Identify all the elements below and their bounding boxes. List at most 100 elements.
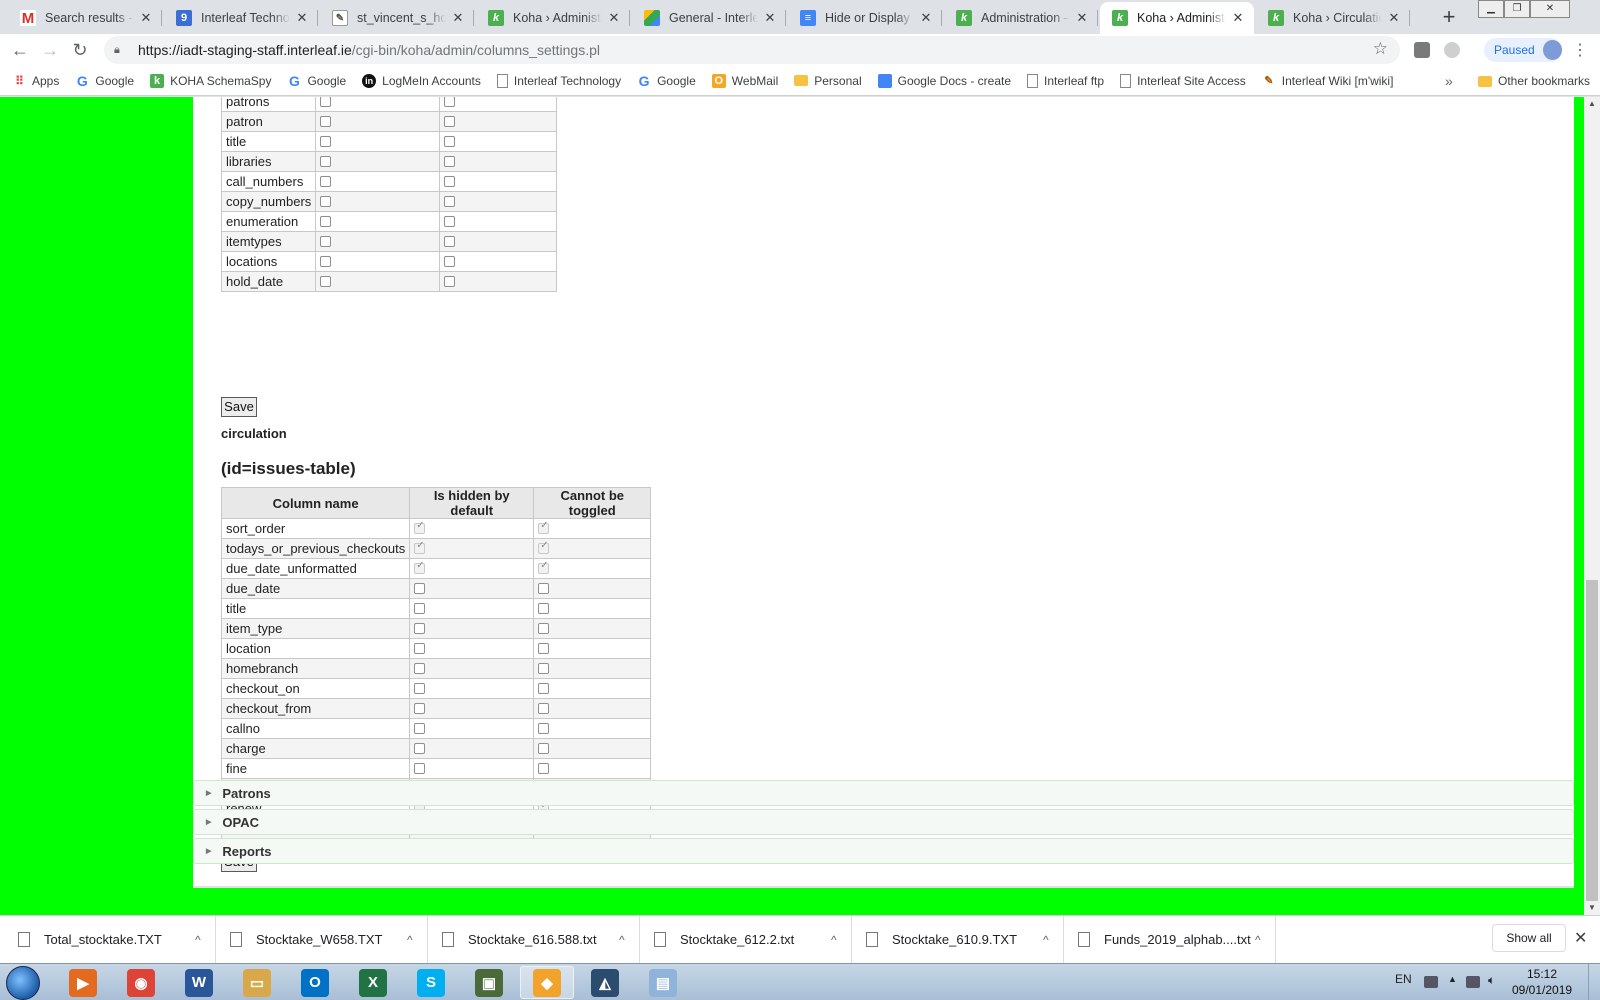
checkbox[interactable] <box>444 97 456 108</box>
bookmark-item[interactable]: Google Docs - create <box>877 73 1011 88</box>
start-button[interactable] <box>6 966 40 1000</box>
bookmark-item[interactable]: ⠿ Apps <box>12 74 59 88</box>
clock[interactable]: 15:12 09/01/2019 <box>1512 966 1572 998</box>
show-all-button[interactable]: Show all <box>1492 924 1566 952</box>
checkbox[interactable] <box>414 723 426 735</box>
close-icon[interactable]: ✕ <box>1074 10 1090 26</box>
checkbox[interactable] <box>320 176 332 188</box>
checkbox[interactable] <box>320 116 332 128</box>
bookmark-item[interactable]: O WebMail <box>711 73 778 88</box>
checkbox[interactable] <box>444 216 456 228</box>
taskbar-app-button[interactable]: ▣ <box>462 966 516 999</box>
taskbar-app-button[interactable]: O <box>288 966 342 999</box>
close-icon[interactable]: ✕ <box>294 10 310 26</box>
browser-tab[interactable]: General - Interleaf ✕ <box>632 2 786 34</box>
keyboard-icon[interactable] <box>1424 976 1438 988</box>
scroll-up-icon[interactable]: ▲ <box>1584 97 1600 111</box>
address-bar[interactable]: 🔒︎ https://iadt-staging-staff.interleaf.… <box>104 36 1400 64</box>
back-arrow-icon[interactable]: ← <box>8 38 32 62</box>
download-item[interactable]: Funds_2019_alphab....txt ^ <box>1060 916 1276 963</box>
checkbox[interactable] <box>414 643 426 655</box>
bookmark-item[interactable]: Interleaf Technology <box>496 73 621 88</box>
reload-icon[interactable]: ↻ <box>68 38 92 62</box>
checkbox[interactable] <box>414 623 426 635</box>
show-desktop-button[interactable] <box>1588 964 1600 1000</box>
language-indicator[interactable]: EN <box>1395 972 1412 986</box>
checkbox[interactable] <box>538 583 550 595</box>
browser-tab[interactable]: k Koha › Administrati ✕ <box>1100 2 1254 34</box>
bookmark-star-icon[interactable]: ☆ <box>1373 39 1388 59</box>
taskbar-app-button[interactable]: ▶ <box>56 966 110 999</box>
bookmark-item[interactable]: G Google <box>75 73 134 89</box>
scrollbar-thumb[interactable] <box>1586 580 1598 901</box>
new-tab-button[interactable]: + <box>1436 5 1462 31</box>
forward-arrow-icon[interactable]: → <box>38 38 62 62</box>
close-icon[interactable]: ✕ <box>138 10 154 26</box>
section-opac[interactable]: ▶ OPAC <box>193 809 1574 835</box>
close-icon[interactable]: ✕ <box>762 10 778 26</box>
close-icon[interactable]: ✕ <box>450 10 466 26</box>
checkbox[interactable] <box>538 723 550 735</box>
checkbox[interactable] <box>538 603 550 615</box>
bookmark-item[interactable]: ✎ Interleaf Wiki [m'wiki] <box>1262 74 1393 88</box>
download-item[interactable]: Total_stocktake.TXT ^ <box>0 916 216 963</box>
checkbox[interactable] <box>320 256 332 268</box>
taskbar-app-button[interactable]: ◆ <box>520 966 574 999</box>
profile-button[interactable]: Paused <box>1484 38 1562 62</box>
tray-expand-icon[interactable]: ▲ <box>1448 974 1457 984</box>
checkbox[interactable] <box>414 663 426 675</box>
checkbox[interactable] <box>444 196 456 208</box>
checkbox[interactable] <box>320 196 332 208</box>
browser-tab[interactable]: ✎ st_vincent_s_hospi ✕ <box>320 2 474 34</box>
browser-tab[interactable]: k Koha › Circulation ✕ <box>1256 2 1410 34</box>
checkbox[interactable] <box>414 743 426 755</box>
browser-tab[interactable]: k Koha › Administrati ✕ <box>476 2 630 34</box>
checkbox[interactable] <box>414 583 426 595</box>
minimize-button[interactable]: ▁ <box>1478 0 1504 18</box>
browser-tab[interactable]: M Search results - dc ✕ <box>8 2 162 34</box>
checkbox[interactable] <box>444 116 456 128</box>
browser-tab[interactable]: k Administration — I ✕ <box>944 2 1098 34</box>
extension-icon[interactable] <box>1414 42 1430 58</box>
close-icon[interactable]: ✕ <box>1574 928 1587 948</box>
checkbox[interactable] <box>538 643 550 655</box>
browser-tab[interactable]: ≡ Hide or Display col ✕ <box>788 2 942 34</box>
bookmark-item[interactable]: Personal <box>794 74 862 88</box>
save-button-top[interactable]: Save <box>221 397 257 417</box>
checkbox[interactable] <box>444 156 456 168</box>
download-item[interactable]: Stocktake_612.2.txt ^ <box>636 916 852 963</box>
page-scrollbar[interactable]: ▲ ▼ <box>1584 97 1600 915</box>
checkbox[interactable] <box>320 156 332 168</box>
taskbar-app-button[interactable]: W <box>172 966 226 999</box>
close-icon[interactable]: ✕ <box>1230 10 1246 26</box>
bookmark-item[interactable]: Interleaf Site Access <box>1120 73 1246 88</box>
section-reports[interactable]: ▶ Reports <box>193 838 1574 864</box>
checkbox[interactable] <box>414 683 426 695</box>
scroll-down-icon[interactable]: ▼ <box>1584 901 1600 915</box>
taskbar-app-button[interactable]: ▤ <box>636 966 690 999</box>
extension-circle-icon[interactable] <box>1444 42 1460 58</box>
taskbar-app-button[interactable]: ▭ <box>230 966 284 999</box>
chevron-up-icon[interactable]: ^ <box>1255 933 1275 947</box>
restore-button[interactable]: ❐ <box>1504 0 1530 18</box>
checkbox[interactable] <box>538 623 550 635</box>
bookmarks-overflow-icon[interactable]: » <box>1445 73 1453 89</box>
checkbox[interactable] <box>414 763 426 775</box>
taskbar-app-button[interactable]: X <box>346 966 400 999</box>
section-patrons[interactable]: ▶ Patrons <box>193 780 1574 806</box>
close-icon[interactable]: ✕ <box>918 10 934 26</box>
checkbox[interactable] <box>444 136 456 148</box>
checkbox[interactable] <box>538 703 550 715</box>
bookmark-item[interactable]: G Google <box>637 73 696 89</box>
bookmark-item[interactable]: Interleaf ftp <box>1027 73 1104 88</box>
download-item[interactable]: Stocktake_616.588.txt ^ <box>424 916 640 963</box>
checkbox[interactable] <box>538 683 550 695</box>
download-item[interactable]: Stocktake_W658.TXT ^ <box>212 916 428 963</box>
checkbox[interactable] <box>538 743 550 755</box>
taskbar-app-button[interactable]: ◉ <box>114 966 168 999</box>
checkbox[interactable] <box>444 276 456 288</box>
taskbar-app-button[interactable]: S <box>404 966 458 999</box>
checkbox[interactable] <box>320 276 332 288</box>
checkbox[interactable] <box>444 236 456 248</box>
checkbox[interactable] <box>414 603 426 615</box>
